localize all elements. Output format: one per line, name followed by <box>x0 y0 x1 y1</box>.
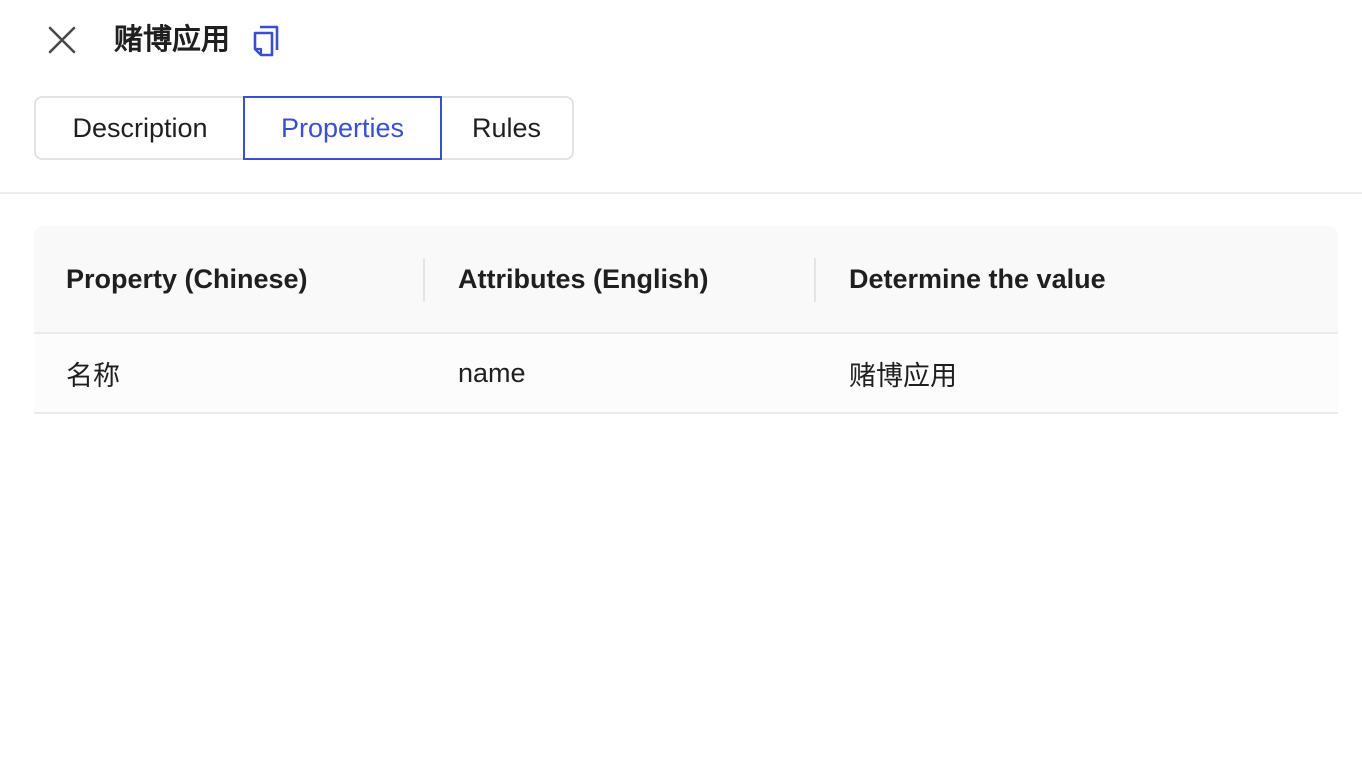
column-header-attributes-english: Attributes (English) <box>425 226 816 332</box>
table-header: Property (Chinese) Attributes (English) … <box>34 226 1338 334</box>
cell-value: 赌博应用 <box>849 360 957 391</box>
cell-property-chinese: 名称 <box>66 360 120 391</box>
drawer-header: 赌博应用 <box>0 0 1362 82</box>
tab-description[interactable]: Description <box>36 98 244 158</box>
tab-bar: Description Properties Rules <box>34 96 574 160</box>
copy-button[interactable] <box>252 24 280 58</box>
column-header-determine-value: Determine the value <box>849 263 1106 294</box>
close-icon <box>48 26 76 54</box>
properties-table: Property (Chinese) Attributes (English) … <box>34 226 1338 414</box>
table-row: 名称 name 赌博应用 <box>34 334 1338 414</box>
tab-rules[interactable]: Rules <box>441 98 572 158</box>
header-divider <box>0 192 1362 194</box>
copy-icon <box>253 25 279 57</box>
page-title: 赌博应用 <box>114 24 231 56</box>
close-button[interactable] <box>44 22 80 58</box>
cell-attribute-english: name <box>458 357 526 388</box>
tab-properties[interactable]: Properties <box>243 96 442 160</box>
column-header-property-chinese: Property (Chinese) <box>34 226 425 332</box>
